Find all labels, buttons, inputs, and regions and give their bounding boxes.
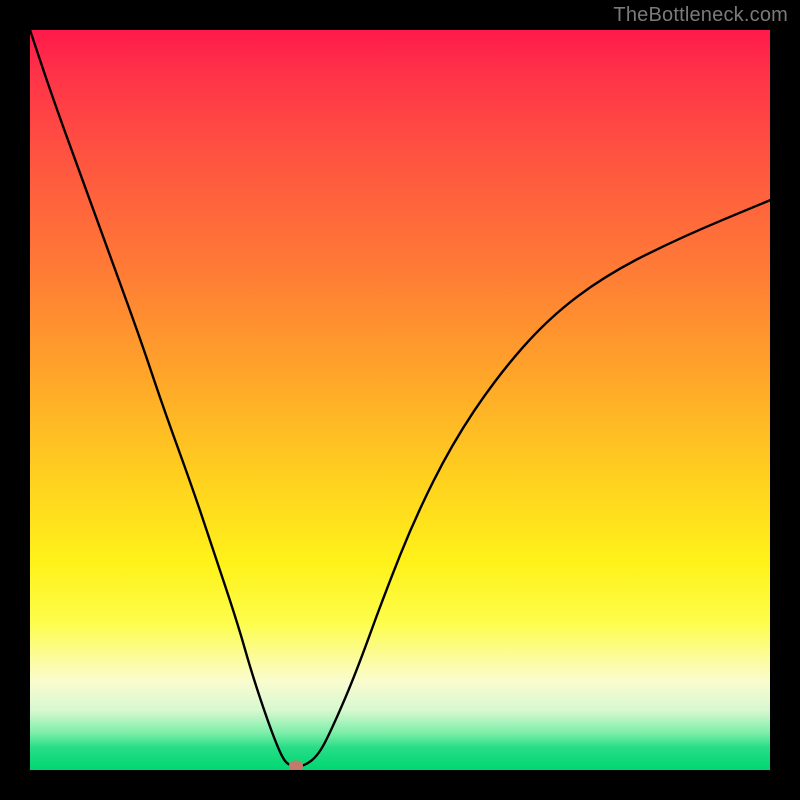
curve-path bbox=[30, 30, 770, 766]
plot-area bbox=[30, 30, 770, 770]
bottleneck-curve bbox=[30, 30, 770, 770]
min-marker-dot bbox=[289, 761, 303, 770]
chart-frame: TheBottleneck.com bbox=[0, 0, 800, 800]
watermark-text: TheBottleneck.com bbox=[613, 4, 788, 27]
